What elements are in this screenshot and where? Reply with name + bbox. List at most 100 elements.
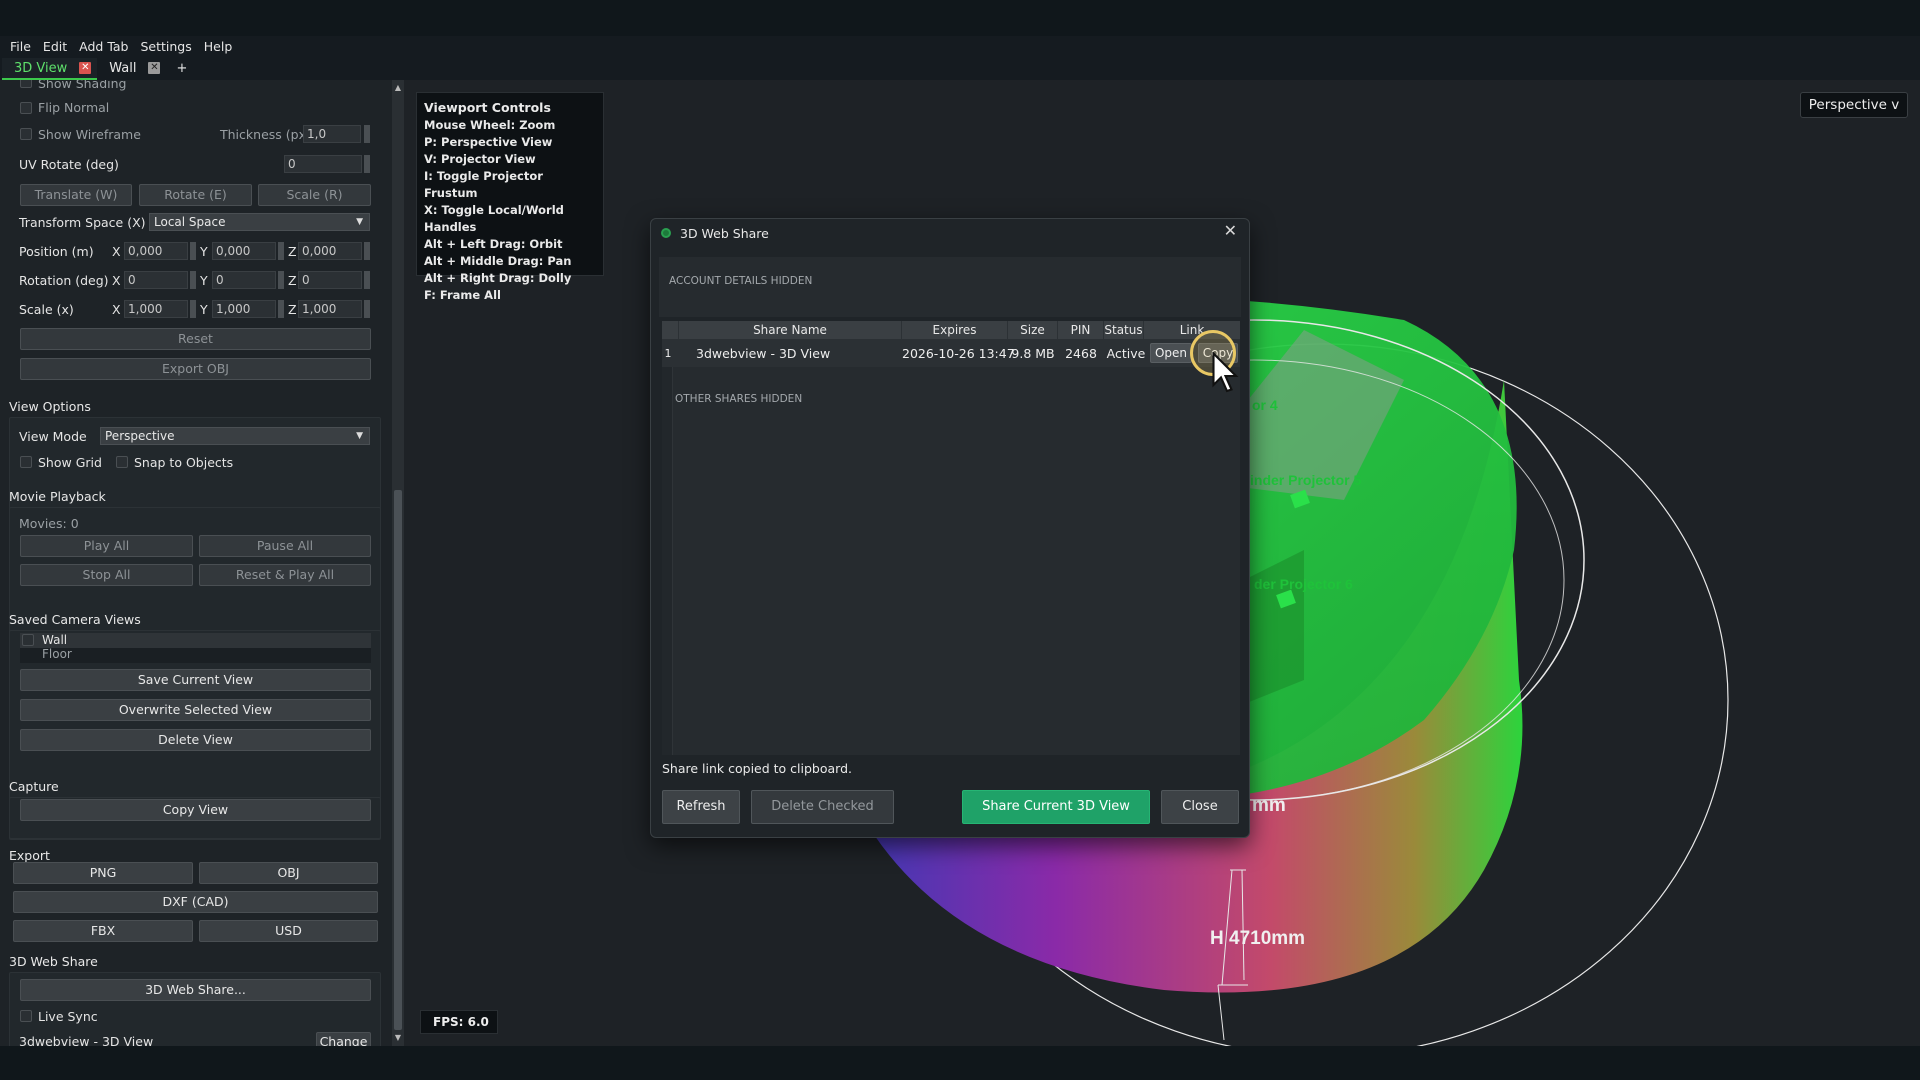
scale-x-input[interactable]: 1,000 [124, 300, 188, 318]
web-share-button[interactable]: 3D Web Share... [20, 979, 371, 1001]
menu-bar: File Edit Add Tab Settings Help [0, 36, 1920, 56]
stop-all-button[interactable]: Stop All [20, 564, 193, 586]
axis-y-label: Y [200, 273, 208, 288]
uv-rotate-input[interactable]: 0 [284, 155, 362, 173]
menu-settings[interactable]: Settings [140, 39, 191, 54]
dialog-close-button[interactable]: Close [1161, 790, 1239, 824]
view-checkbox[interactable] [22, 634, 34, 646]
list-item[interactable] [20, 633, 371, 648]
scale-z-input[interactable]: 1,000 [298, 300, 362, 318]
pause-all-button[interactable]: Pause All [199, 535, 371, 557]
export-dxf-button[interactable]: DXF (CAD) [13, 891, 378, 913]
axis-z-label: Z [288, 302, 297, 317]
shortcut-frame-all: F: Frame All [424, 288, 501, 302]
shortcut-projector: V: Projector View [424, 152, 536, 166]
rotation-x-stepper[interactable] [190, 271, 196, 289]
position-y-stepper[interactable] [278, 242, 284, 260]
uv-rotate-stepper[interactable] [364, 155, 370, 173]
export-obj-button[interactable]: Export OBJ [20, 358, 371, 380]
height-dimension-label: H 4710mm [1210, 928, 1305, 949]
projector-4-label: or 4 [1252, 397, 1278, 413]
column-expires[interactable]: Expires [902, 321, 1008, 339]
position-x-input[interactable]: 0,000 [124, 242, 188, 260]
view-mode-select[interactable]: Perspective ▼ [100, 427, 370, 445]
scale-button[interactable]: Scale (R) [258, 184, 371, 206]
translate-button[interactable]: Translate (W) [20, 184, 132, 206]
change-share-button[interactable]: Change [316, 1032, 371, 1046]
scale-z-stepper[interactable] [364, 300, 370, 318]
column-size[interactable]: Size [1008, 321, 1058, 339]
export-fbx-button[interactable]: FBX [13, 920, 193, 942]
show-wireframe-checkbox[interactable] [20, 128, 32, 140]
axis-z-label: Z [288, 273, 297, 288]
save-current-view-button[interactable]: Save Current View [20, 669, 371, 691]
add-tab-button[interactable]: + [166, 58, 197, 80]
live-sync-checkbox[interactable] [20, 1010, 32, 1022]
column-share-name[interactable]: Share Name [679, 321, 902, 339]
overwrite-selected-view-button[interactable]: Overwrite Selected View [20, 699, 371, 721]
reset-button[interactable]: Reset [20, 328, 371, 350]
tab-3d-view[interactable]: 3D View ✕ [2, 58, 98, 80]
rotate-button[interactable]: Rotate (E) [139, 184, 252, 206]
share-current-view-button[interactable]: Share Current 3D View [962, 790, 1150, 824]
export-usd-button[interactable]: USD [199, 920, 378, 942]
show-shading-checkbox[interactable] [20, 80, 32, 88]
menu-help[interactable]: Help [204, 39, 233, 54]
account-details: ACCOUNT DETAILS HIDDEN [659, 257, 1241, 317]
scale-label: Scale (x) [19, 302, 74, 317]
rotation-y-stepper[interactable] [278, 271, 284, 289]
thickness-input[interactable]: 1,0 [303, 125, 361, 143]
dialog-title: 3D Web Share [680, 226, 769, 241]
view-mode-value: Perspective [105, 429, 175, 443]
menu-file[interactable]: File [10, 39, 31, 54]
copy-view-button[interactable]: Copy View [20, 799, 371, 821]
scale-y-input[interactable]: 1,000 [212, 300, 276, 318]
rotation-x-input[interactable]: 0 [124, 271, 188, 289]
delete-view-button[interactable]: Delete View [20, 729, 371, 751]
scroll-down-icon[interactable]: ▼ [392, 1032, 404, 1044]
close-icon[interactable]: ✕ [148, 62, 161, 74]
other-shares-hidden-text: OTHER SHARES HIDDEN [675, 393, 803, 405]
scale-x-stepper[interactable] [190, 300, 196, 318]
export-obj-format-button[interactable]: OBJ [199, 862, 378, 884]
scrollbar-thumb[interactable] [394, 490, 402, 1030]
rotation-z-input[interactable]: 0 [298, 271, 362, 289]
position-x-stepper[interactable] [190, 242, 196, 260]
table-row[interactable]: 1 3dwebview - 3D View 2026-10-26 13:47 9… [662, 339, 1240, 367]
refresh-button[interactable]: Refresh [662, 790, 740, 824]
axis-z-label: Z [288, 244, 297, 259]
position-label: Position (m) [19, 244, 94, 259]
close-icon[interactable]: ✕ [79, 62, 92, 74]
panel-scrollbar[interactable]: ▲ ▼ [392, 80, 404, 1046]
scroll-up-icon[interactable]: ▲ [392, 82, 404, 94]
view-name[interactable]: Floor [42, 647, 72, 661]
close-icon[interactable]: ✕ [1224, 221, 1237, 240]
snap-to-objects-checkbox[interactable] [116, 456, 128, 468]
position-y-input[interactable]: 0,000 [212, 242, 276, 260]
menu-add-tab[interactable]: Add Tab [79, 39, 128, 54]
web-share-heading: 3D Web Share [9, 954, 98, 969]
thickness-stepper[interactable] [364, 125, 370, 143]
perspective-dropdown[interactable]: Perspective v [1800, 92, 1908, 118]
column-status[interactable]: Status [1104, 321, 1144, 339]
scale-y-stepper[interactable] [278, 300, 284, 318]
rotation-y-input[interactable]: 0 [212, 271, 276, 289]
open-link-button[interactable]: Open [1150, 343, 1192, 363]
rotation-label: Rotation (deg) [19, 273, 109, 288]
show-shading-label: Show Shading [38, 80, 127, 91]
rotation-z-stepper[interactable] [364, 271, 370, 289]
transform-space-select[interactable]: Local Space ▼ [149, 213, 370, 231]
play-all-button[interactable]: Play All [20, 535, 193, 557]
show-grid-checkbox[interactable] [20, 456, 32, 468]
column-pin[interactable]: PIN [1058, 321, 1104, 339]
position-z-stepper[interactable] [364, 242, 370, 260]
web-share-dialog: 3D Web Share ✕ ACCOUNT DETAILS HIDDEN Sh… [650, 218, 1250, 838]
live-sync-label: Live Sync [38, 1009, 98, 1024]
export-png-button[interactable]: PNG [13, 862, 193, 884]
delete-checked-button[interactable]: Delete Checked [751, 790, 894, 824]
position-z-input[interactable]: 0,000 [298, 242, 362, 260]
flip-normal-checkbox[interactable] [20, 102, 32, 114]
menu-edit[interactable]: Edit [43, 39, 67, 54]
tab-wall[interactable]: Wall ✕ [97, 58, 166, 80]
reset-play-all-button[interactable]: Reset & Play All [199, 564, 371, 586]
